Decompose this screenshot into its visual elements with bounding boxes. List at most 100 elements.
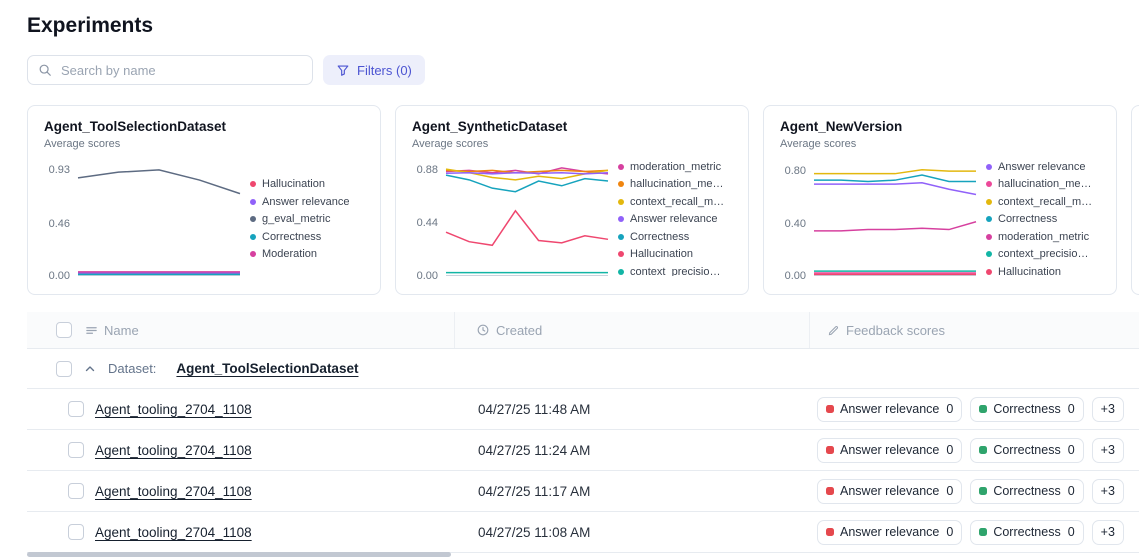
table-row[interactable]: Agent_tooling_2704_1108 04/27/25 11:48 A… bbox=[27, 389, 1139, 430]
score-label: Answer relevance bbox=[840, 525, 940, 539]
search-input[interactable] bbox=[59, 61, 302, 79]
feedback-score-badge[interactable]: Correctness 0 bbox=[970, 478, 1084, 504]
legend-item: hallucination_me… bbox=[986, 178, 1100, 190]
legend-dot bbox=[986, 251, 992, 257]
more-scores-badge[interactable]: +3 bbox=[1091, 437, 1124, 463]
legend-item: context_precisio… bbox=[618, 265, 732, 277]
table-row[interactable]: Agent_tooling_2704_1108 04/27/25 11:24 A… bbox=[27, 430, 1139, 471]
legend-item: Answer relevance bbox=[250, 196, 364, 208]
score-value: 0 bbox=[946, 525, 954, 539]
legend-item: context_recall_m… bbox=[618, 196, 732, 208]
name-cell: Agent_tooling_2704_1108 bbox=[27, 401, 455, 417]
pencil-icon bbox=[827, 324, 840, 337]
feedback-score-badge[interactable]: Correctness 0 bbox=[970, 519, 1084, 545]
score-label: Answer relevance bbox=[840, 402, 940, 416]
created-cell: 04/27/25 11:24 AM bbox=[478, 442, 591, 458]
clock-icon bbox=[476, 323, 490, 337]
table-row[interactable]: Agent_tooling_2704_1108 04/27/25 11:17 A… bbox=[27, 471, 1139, 512]
more-scores-badge[interactable]: +3 bbox=[1091, 478, 1124, 504]
filters-button[interactable]: Filters (0) bbox=[323, 55, 425, 85]
search-icon bbox=[38, 63, 52, 77]
dataset-group-prefix: Dataset: bbox=[108, 361, 157, 376]
group-checkbox[interactable] bbox=[56, 360, 72, 377]
legend-label: context_precisio… bbox=[630, 265, 721, 277]
score-dot bbox=[979, 446, 988, 454]
score-dot bbox=[979, 528, 988, 536]
legend-dot bbox=[618, 163, 624, 170]
column-label-name: Name bbox=[104, 322, 139, 338]
feedback-score-badge[interactable]: Answer relevance 0 bbox=[817, 519, 963, 545]
legend-item: Correctness bbox=[250, 231, 364, 243]
legend-item: Correctness bbox=[618, 231, 732, 243]
card-title[interactable]: Agent_NewVersion bbox=[780, 119, 1100, 134]
table-row[interactable]: Agent_tooling_2704_1108 04/27/25 11:08 A… bbox=[27, 512, 1139, 553]
dataset-group-row[interactable]: Dataset: Agent_ToolSelectionDataset bbox=[27, 349, 1139, 389]
horizontal-scrollbar[interactable] bbox=[27, 552, 451, 557]
feedback-score-badge[interactable]: Answer relevance 0 bbox=[817, 478, 963, 504]
column-header-created[interactable]: Created bbox=[455, 312, 810, 348]
column-header-name[interactable]: Name bbox=[27, 312, 455, 348]
select-all-checkbox[interactable] bbox=[56, 322, 72, 338]
legend-label: Answer relevance bbox=[262, 195, 350, 208]
line-chart bbox=[446, 162, 608, 276]
score-label: Answer relevance bbox=[840, 484, 940, 498]
card-title[interactable]: Agent_ToolSelectionDataset bbox=[44, 119, 364, 134]
card-subtitle: Average scores bbox=[44, 138, 121, 150]
more-scores-badge[interactable]: +3 bbox=[1091, 396, 1124, 422]
legend-dot bbox=[250, 216, 256, 222]
row-checkbox[interactable] bbox=[68, 524, 84, 540]
score-dot bbox=[979, 487, 988, 495]
collapse-chevron-icon[interactable] bbox=[84, 363, 96, 375]
experiment-name-link[interactable]: Agent_tooling_2704_1108 bbox=[95, 484, 252, 499]
legend-label: context_recall_m… bbox=[998, 195, 1093, 208]
y-tick-label: 0.40 bbox=[784, 217, 806, 230]
experiment-card[interactable]: Agent_NewVersion Average scores 0.80 0.40… bbox=[763, 105, 1117, 295]
y-tick-label: 0.44 bbox=[416, 217, 438, 230]
feedback-score-badge[interactable]: Correctness 0 bbox=[970, 437, 1084, 463]
column-header-feedback-scores[interactable]: Feedback scores bbox=[810, 312, 1139, 348]
legend-label: Hallucination bbox=[630, 248, 693, 260]
legend-dot bbox=[618, 251, 624, 257]
row-checkbox[interactable] bbox=[68, 442, 84, 458]
more-scores-badge[interactable]: +3 bbox=[1091, 519, 1124, 545]
row-checkbox[interactable] bbox=[68, 483, 84, 499]
score-label: Answer relevance bbox=[840, 443, 940, 457]
experiment-name-link[interactable]: Agent_tooling_2704_1108 bbox=[95, 443, 252, 458]
card-chart-body: 0.88 0.44 0.00 moderation_metric hallucinat… bbox=[412, 162, 732, 282]
card-title[interactable]: Agent_SyntheticDataset bbox=[412, 119, 732, 134]
experiment-name-link[interactable]: Agent_tooling_2704_1108 bbox=[95, 525, 252, 540]
y-axis: 0.88 0.44 0.00 bbox=[412, 162, 446, 282]
experiments-page: Experiments Filters (0) Agent_ToolSelect… bbox=[0, 0, 1139, 553]
experiment-card-partial bbox=[1131, 105, 1139, 295]
experiment-name-link[interactable]: Agent_tooling_2704_1108 bbox=[95, 402, 252, 417]
feedback-scores-cell: Answer relevance 0 Correctness 0 +3 bbox=[810, 519, 1139, 545]
legend-label: Correctness bbox=[630, 230, 690, 243]
legend-label: context_recall_m… bbox=[630, 195, 725, 208]
feedback-score-badge[interactable]: Correctness 0 bbox=[970, 396, 1084, 422]
legend-label: Moderation bbox=[262, 248, 318, 260]
legend-item: Hallucination bbox=[250, 178, 364, 190]
legend-item: g_eval_metric bbox=[250, 213, 364, 225]
feedback-score-badge[interactable]: Answer relevance 0 bbox=[817, 437, 963, 463]
dataset-group-link[interactable]: Agent_ToolSelectionDataset bbox=[176, 361, 358, 376]
feedback-scores-cell: Answer relevance 0 Correctness 0 +3 bbox=[810, 478, 1139, 504]
experiment-card[interactable]: Agent_ToolSelectionDataset Average score… bbox=[27, 105, 381, 295]
legend-dot bbox=[986, 198, 992, 205]
name-cell: Agent_tooling_2704_1108 bbox=[27, 524, 455, 540]
score-value: 0 bbox=[1067, 484, 1075, 498]
name-cell: Agent_tooling_2704_1108 bbox=[27, 442, 455, 458]
experiment-card[interactable]: Agent_SyntheticDataset Average scores 0.… bbox=[395, 105, 749, 295]
card-chart-body: 0.80 0.40 0.00 Answer relevance hallucinati… bbox=[780, 162, 1100, 282]
chart-line bbox=[814, 222, 976, 231]
legend-item: Hallucination bbox=[618, 248, 732, 260]
feedback-score-badge[interactable]: Answer relevance 0 bbox=[817, 396, 963, 422]
y-tick-label: 0.46 bbox=[48, 217, 70, 230]
text-rows-icon bbox=[85, 324, 98, 337]
chart-line bbox=[446, 211, 608, 245]
search-box[interactable] bbox=[27, 55, 313, 85]
row-checkbox[interactable] bbox=[68, 401, 84, 417]
y-axis: 0.80 0.40 0.00 bbox=[780, 162, 814, 282]
legend-label: Hallucination bbox=[998, 265, 1061, 277]
legend-item: Correctness bbox=[986, 213, 1100, 225]
column-label-created: Created bbox=[496, 322, 543, 338]
